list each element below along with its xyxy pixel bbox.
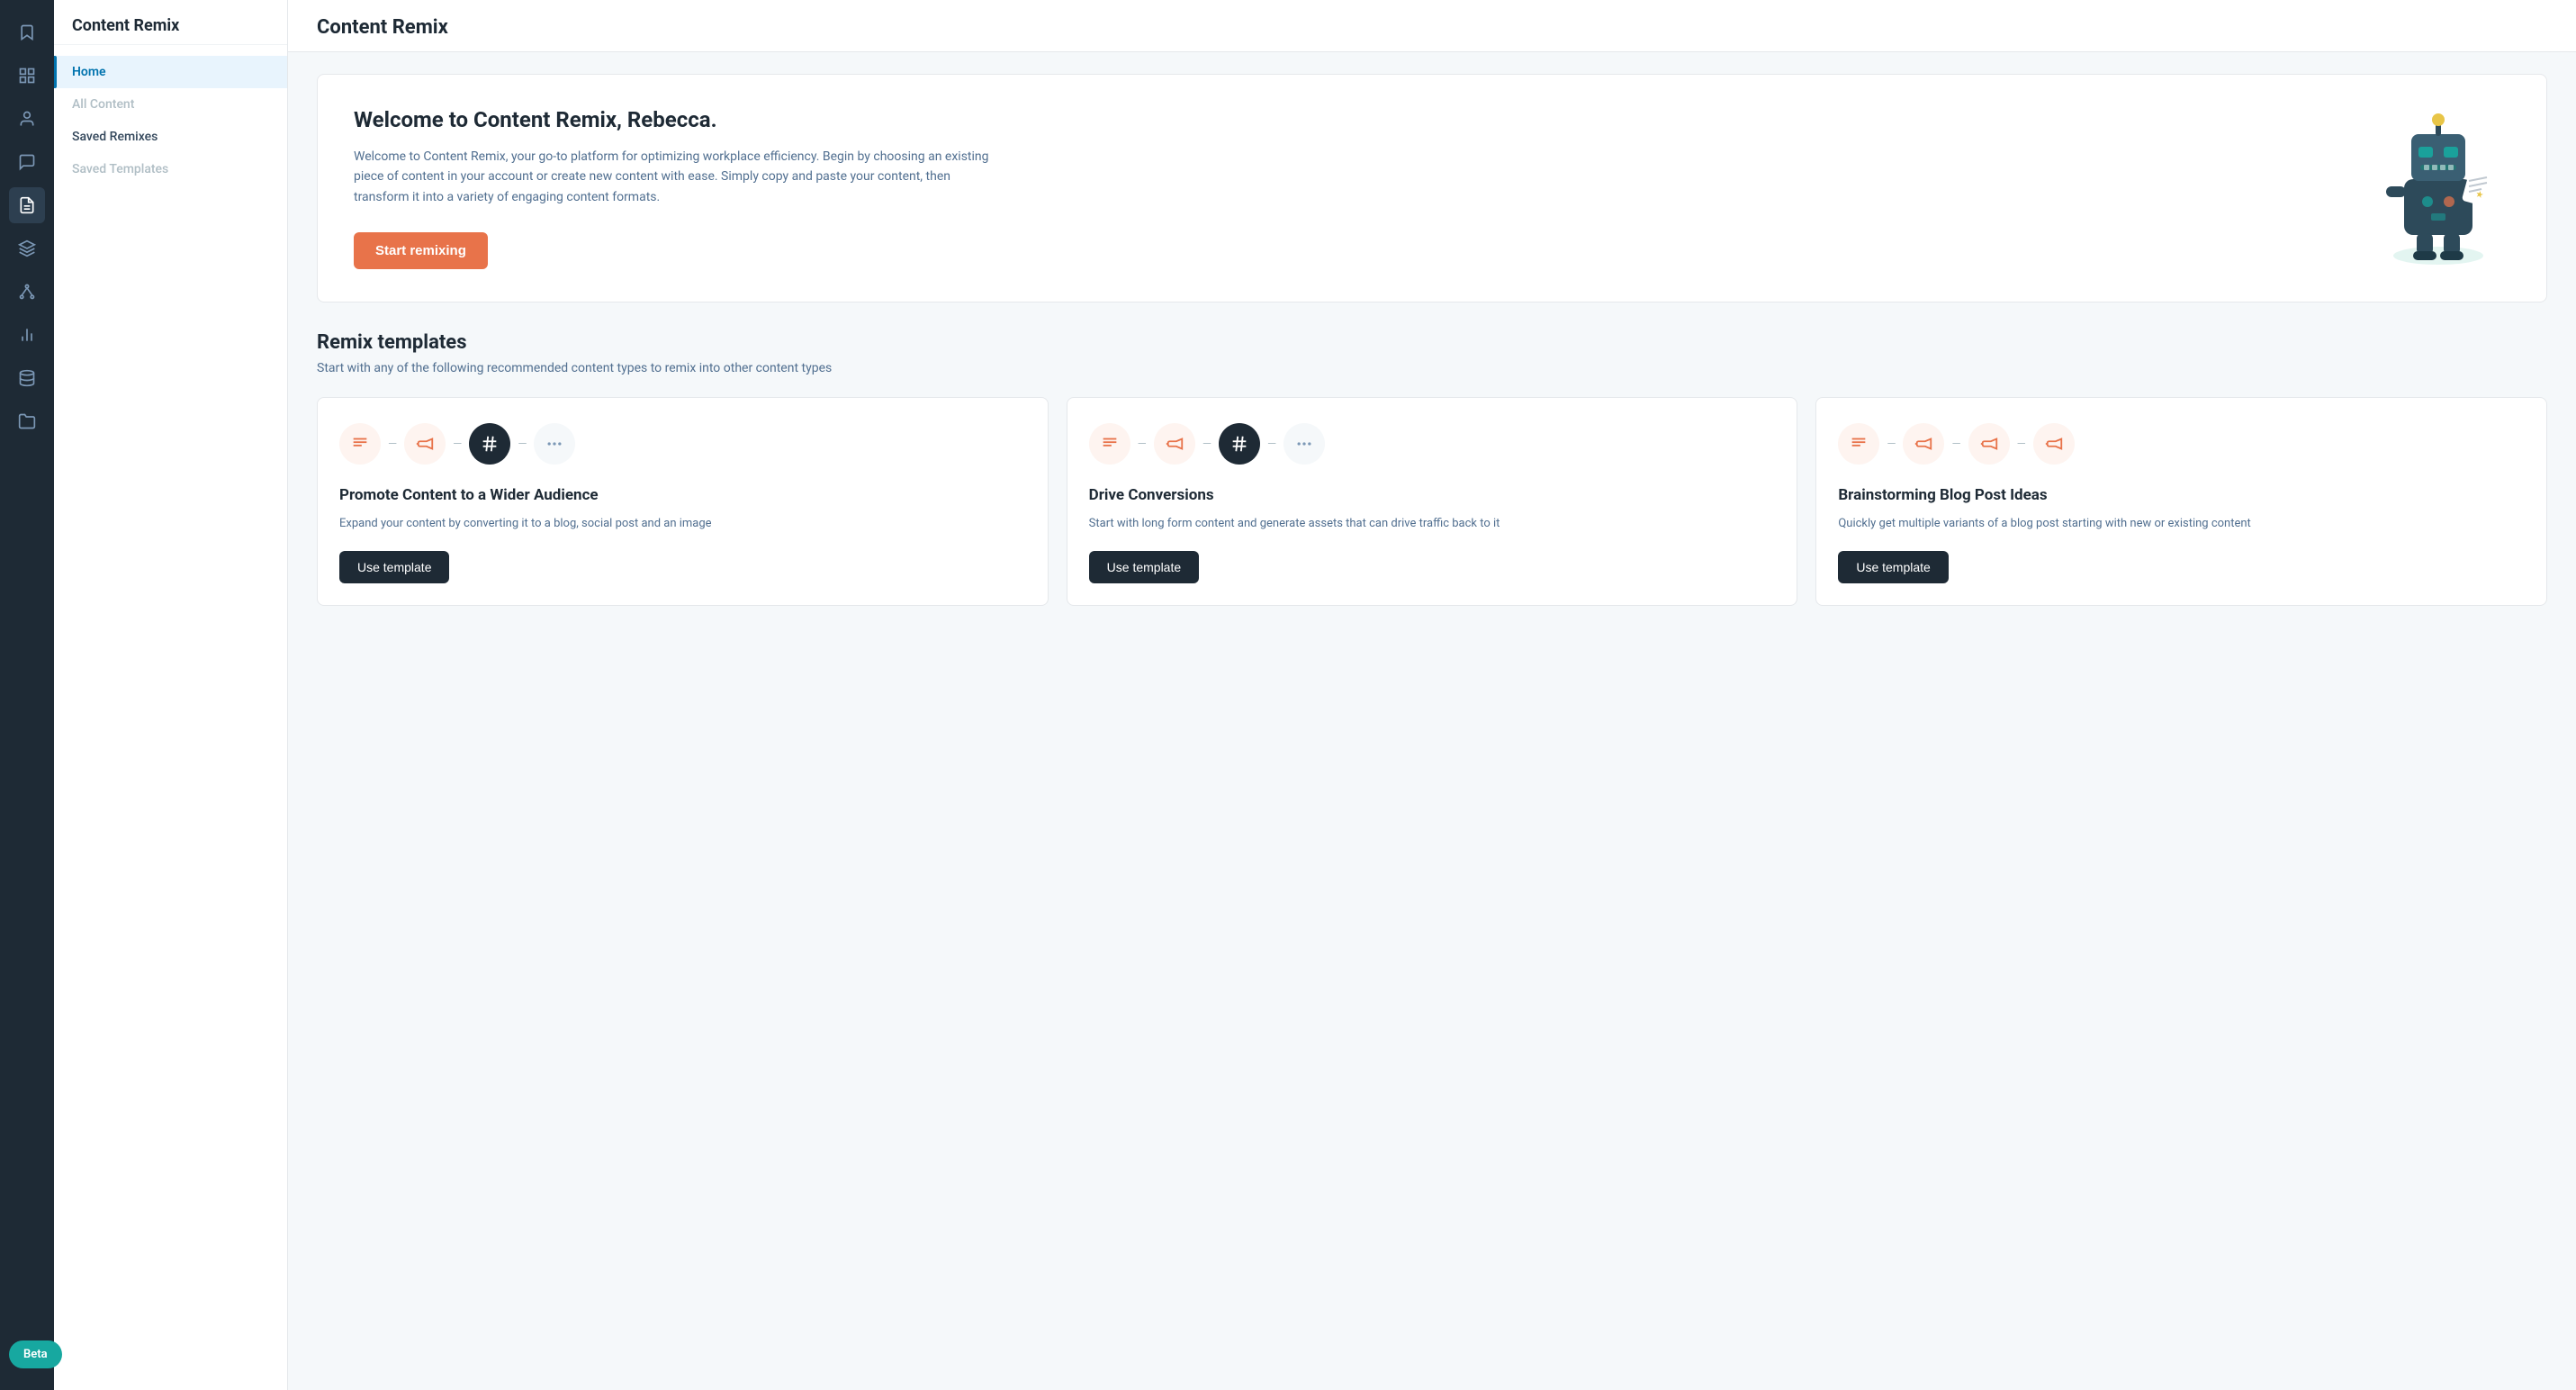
welcome-title: Welcome to Content Remix, Rebecca.: [354, 107, 1092, 132]
dashboard-icon[interactable]: [9, 58, 45, 94]
template-card-1: — — — Promote Content to a Wider: [317, 397, 1049, 606]
arrow-9: —: [2017, 438, 2026, 451]
arrow-1: —: [388, 438, 397, 451]
beta-badge: Beta: [9, 1340, 62, 1368]
section-title: Remix templates: [317, 331, 2547, 354]
chart-icon[interactable]: [9, 317, 45, 353]
page-title: Content Remix: [288, 0, 2576, 52]
megaphone-icon-2: [1154, 423, 1195, 465]
hashtag-icon-1: [469, 423, 510, 465]
start-remixing-button[interactable]: Start remixing: [354, 232, 488, 269]
nav-item-all-content: All Content: [54, 88, 287, 121]
arrow-2: —: [453, 438, 462, 451]
app-title: Content Remix: [54, 0, 287, 45]
megaphone-icon-1: [404, 423, 446, 465]
arrow-5: —: [1202, 438, 1211, 451]
contacts-icon[interactable]: [9, 101, 45, 137]
megaphone-icon-3c: [2033, 423, 2075, 465]
nav-sidebar: Content Remix Home All Content Saved Rem…: [54, 0, 288, 1390]
hashtag-icon-2: [1219, 423, 1260, 465]
use-template-button-2[interactable]: Use template: [1089, 551, 1199, 583]
nav-item-home[interactable]: Home: [54, 56, 287, 88]
layers-icon[interactable]: [9, 230, 45, 266]
megaphone-icon-3b: [1968, 423, 2010, 465]
more-icon-1: [534, 423, 575, 465]
template-title-2: Drive Conversions: [1089, 486, 1776, 504]
nav-items: Home All Content Saved Remixes Saved Tem…: [54, 45, 287, 1390]
template-title-3: Brainstorming Blog Post Ideas: [1838, 486, 2525, 504]
folder-icon[interactable]: [9, 403, 45, 439]
template-description-2: Start with long form content and generat…: [1089, 515, 1776, 533]
welcome-text: Welcome to Content Remix, Rebecca. Welco…: [354, 107, 1092, 269]
template-icons-row-1: — — —: [339, 423, 1026, 465]
template-description-3: Quickly get multiple variants of a blog …: [1838, 515, 2525, 533]
welcome-banner: Welcome to Content Remix, Rebecca. Welco…: [317, 74, 2547, 302]
text-icon-1: [339, 423, 381, 465]
use-template-button-3[interactable]: Use template: [1838, 551, 1948, 583]
more-icon-2: [1283, 423, 1325, 465]
text-icon-2: [1089, 423, 1130, 465]
template-icons-row-3: — — —: [1838, 423, 2525, 465]
content-area: Welcome to Content Remix, Rebecca. Welco…: [288, 52, 2576, 627]
section-subtitle: Start with any of the following recommen…: [317, 361, 2547, 375]
template-icons-row-2: — — —: [1089, 423, 1776, 465]
template-card-3: — — — Brainstorming Blog Post Id: [1815, 397, 2547, 606]
chat-icon[interactable]: [9, 144, 45, 180]
template-description-1: Expand your content by converting it to …: [339, 515, 1026, 533]
arrow-7: —: [1887, 438, 1896, 451]
template-title-1: Promote Content to a Wider Audience: [339, 486, 1026, 504]
arrow-4: —: [1138, 438, 1147, 451]
megaphone-icon-3a: [1903, 423, 1944, 465]
templates-grid: — — — Promote Content to a Wider: [317, 397, 2547, 606]
network-icon[interactable]: [9, 274, 45, 310]
template-card-2: — — — Drive Conversions: [1067, 397, 1798, 606]
templates-section: Remix templates Start with any of the fo…: [317, 331, 2547, 606]
text-icon-3: [1838, 423, 1879, 465]
robot-illustration: ★: [2366, 107, 2510, 269]
main-content: Content Remix Welcome to Content Remix, …: [288, 0, 2576, 1390]
bookmark-icon[interactable]: [9, 14, 45, 50]
icon-sidebar: [0, 0, 54, 1390]
arrow-6: —: [1267, 438, 1276, 451]
use-template-button-1[interactable]: Use template: [339, 551, 449, 583]
database-icon[interactable]: [9, 360, 45, 396]
content-icon[interactable]: [9, 187, 45, 223]
arrow-3: —: [518, 438, 527, 451]
nav-item-saved-templates: Saved Templates: [54, 153, 287, 185]
arrow-8: —: [1951, 438, 1960, 451]
welcome-description: Welcome to Content Remix, your go-to pla…: [354, 147, 1002, 207]
nav-item-saved-remixes[interactable]: Saved Remixes: [54, 121, 287, 153]
